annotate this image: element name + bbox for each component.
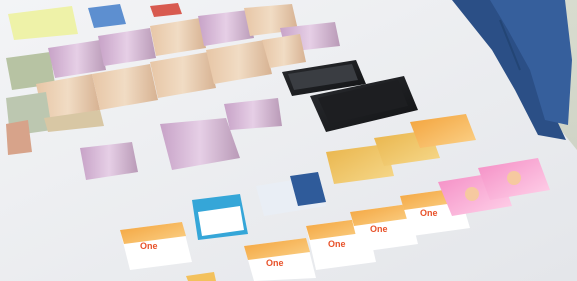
card-face	[465, 187, 479, 201]
prepaid-card-brand: One	[370, 224, 388, 234]
photo-scene: One One One One One	[0, 0, 577, 281]
prepaid-card-brand: One	[266, 258, 284, 268]
prepaid-card: One	[120, 222, 192, 270]
prepaid-card-brand: One	[140, 241, 158, 251]
prepaid-card-brand: One	[420, 208, 438, 218]
card-face	[507, 171, 521, 185]
blue-card-top	[88, 4, 126, 28]
prepaid-card-brand: One	[328, 239, 346, 249]
